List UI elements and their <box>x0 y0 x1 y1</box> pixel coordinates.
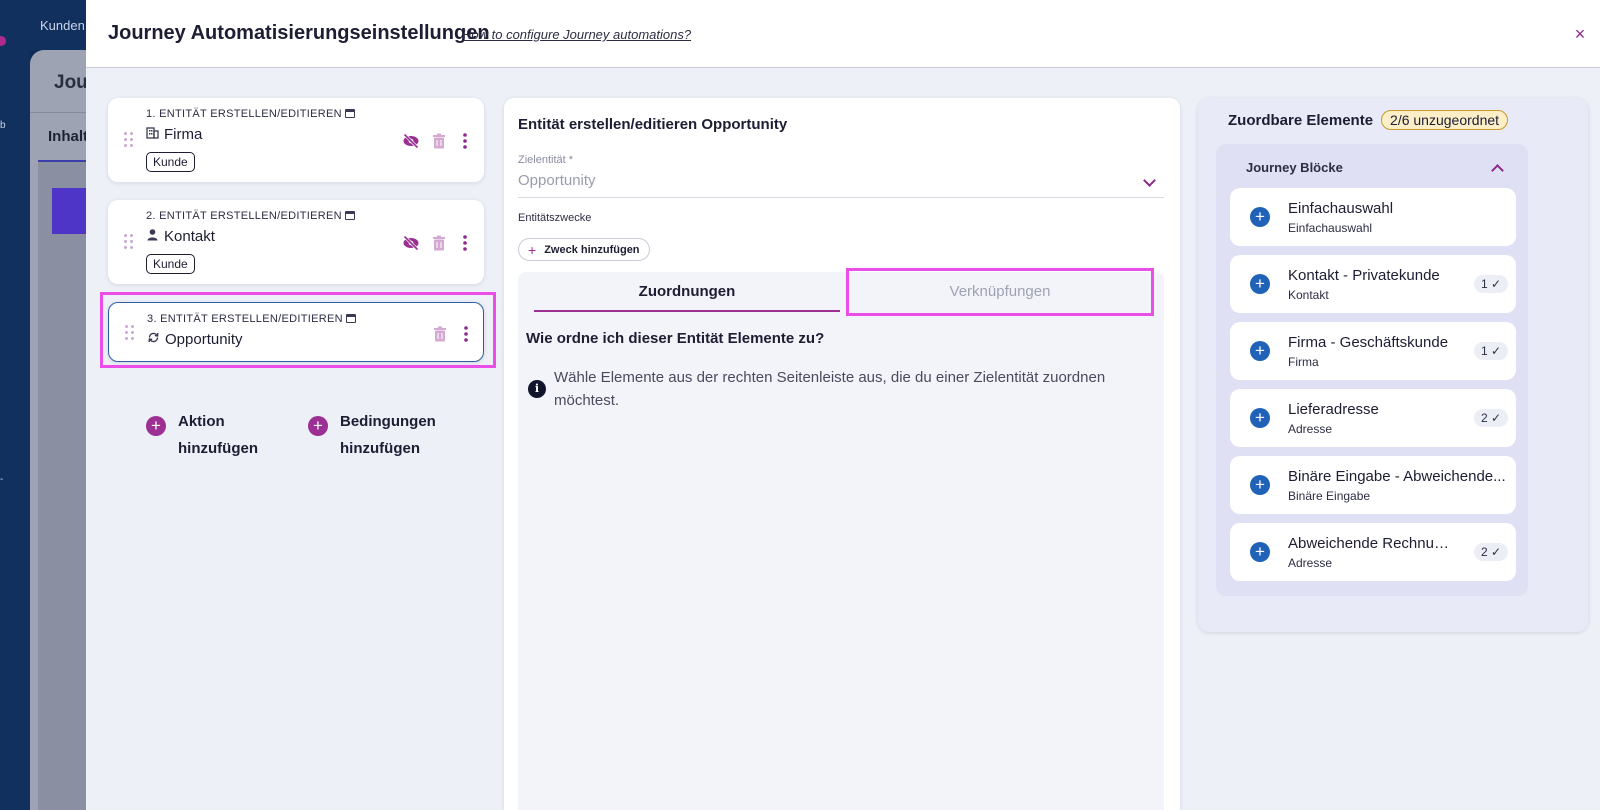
building-icon <box>146 126 160 142</box>
background-sidebar-fragment: - <box>0 474 4 485</box>
list-item[interactable]: + Kontakt - Privatekunde Kontakt 1 ✓ <box>1230 255 1516 313</box>
step-tag: Kunde <box>146 254 195 274</box>
selection-highlight <box>100 292 496 368</box>
block-type: Kontakt <box>1288 288 1329 302</box>
target-entity-label: Zielentität * <box>518 154 574 166</box>
background-content <box>38 160 90 810</box>
plus-circle-icon: + <box>146 416 166 436</box>
block-name: Firma - Geschäftskunde <box>1288 334 1449 351</box>
add-action-button[interactable]: + Aktion hinzufügen <box>146 408 278 462</box>
more-vertical-icon[interactable] <box>456 132 474 150</box>
steps-list: 1. ENTITÄT ERSTELLEN/EDITIEREN Firma Kun… <box>100 98 496 380</box>
modal-header: Journey Automatisierungseinstellungen Ho… <box>86 0 1600 68</box>
background-tab-underline <box>38 160 90 162</box>
calendar-icon <box>344 109 355 118</box>
drag-handle-icon[interactable] <box>124 234 134 250</box>
editor-title: Entität erstellen/editieren Opportunity <box>518 116 788 133</box>
background-panel: Jou Inhalt <box>30 50 90 810</box>
assignable-elements-panel: Zuordbare Elemente 2/6 unzugeordnet Jour… <box>1198 98 1588 632</box>
chevron-up-icon[interactable] <box>1491 164 1504 177</box>
target-entity-select[interactable]: Opportunity <box>518 172 1164 198</box>
block-name: Einfachauswahl <box>1288 200 1394 217</box>
step-name: Firma <box>146 126 202 143</box>
plus-circle-icon[interactable]: + <box>1250 408 1270 428</box>
assignment-count-badge: 1 ✓ <box>1473 342 1508 360</box>
trash-icon[interactable] <box>430 132 448 150</box>
background-purple-block <box>52 188 90 234</box>
block-type: Firma <box>1288 355 1319 369</box>
block-type: Adresse <box>1288 556 1333 570</box>
step-card-kontakt[interactable]: 2. ENTITÄT ERSTELLEN/EDITIEREN Kontakt K… <box>108 200 484 284</box>
add-actions-row: + Aktion hinzufügen + Bedingungen hinzuf… <box>126 408 486 468</box>
plus-circle-icon[interactable]: + <box>1250 542 1270 562</box>
step-label: 1. ENTITÄT ERSTELLEN/EDITIEREN <box>146 108 355 120</box>
group-title: Journey Blöcke <box>1246 160 1343 175</box>
background-sidebar: b - <box>0 0 30 810</box>
background-sidebar-fragment: b <box>0 120 6 131</box>
step-label: 2. ENTITÄT ERSTELLEN/EDITIEREN <box>146 210 355 222</box>
close-icon[interactable]: × <box>1570 24 1590 44</box>
background-logo-dot <box>0 36 6 46</box>
block-name: Abweichende Rechnun... <box>1288 535 1454 552</box>
block-type: Binäre Eingabe <box>1288 489 1371 503</box>
background-topnav: Kunden <box>30 0 90 50</box>
assignment-count-badge: 1 ✓ <box>1473 275 1508 293</box>
list-item[interactable]: + Firma - Geschäftskunde Firma 1 ✓ <box>1230 322 1516 380</box>
step-card-firma[interactable]: 1. ENTITÄT ERSTELLEN/EDITIEREN Firma Kun… <box>108 98 484 182</box>
entity-purpose-label: Entitätszwecke <box>518 212 592 224</box>
list-item[interactable]: + Binäre Eingabe - Abweichende... Binäre… <box>1230 456 1516 514</box>
step-tag: Kunde <box>146 152 195 172</box>
info-text: Wähle Elemente aus der rechten Seitenlei… <box>554 369 1106 409</box>
chevron-down-icon <box>1143 174 1156 187</box>
unassigned-badge: 2/6 unzugeordnet <box>1381 110 1509 130</box>
add-condition-button[interactable]: + Bedingungen hinzufügen <box>308 408 450 462</box>
add-purpose-button[interactable]: + Zweck hinzufügen <box>518 238 650 261</box>
tab-highlight <box>846 268 1154 316</box>
assignment-count-badge: 2 ✓ <box>1473 409 1508 427</box>
journey-automation-modal: Journey Automatisierungseinstellungen Ho… <box>86 0 1600 810</box>
plus-circle-icon[interactable]: + <box>1250 274 1270 294</box>
list-item[interactable]: + Lieferadresse Adresse 2 ✓ <box>1230 389 1516 447</box>
step-name: Kontakt <box>146 228 215 245</box>
drag-handle-icon[interactable] <box>124 132 134 148</box>
background-topnav-fragment: Kunden <box>40 18 85 33</box>
plus-icon: + <box>528 241 537 258</box>
modal-title: Journey Automatisierungseinstellungen <box>108 22 490 44</box>
plus-circle-icon[interactable]: + <box>1250 207 1270 227</box>
add-action-label: Aktion hinzufügen <box>178 413 258 457</box>
how-to-heading: Wie ordne ich dieser Entität Elemente zu… <box>526 330 825 347</box>
background-divider <box>30 112 90 113</box>
calendar-icon <box>344 211 355 220</box>
list-item[interactable]: + Abweichende Rechnun... Adresse 2 ✓ <box>1230 523 1516 581</box>
block-name: Lieferadresse <box>1288 401 1379 418</box>
background-tab: Inhalt <box>48 128 88 145</box>
add-purpose-label: Zweck hinzufügen <box>544 243 640 256</box>
assignable-title: Zuordbare Elemente 2/6 unzugeordnet <box>1228 110 1509 130</box>
block-name: Kontakt - Privatekunde <box>1288 267 1440 284</box>
mapping-tabs-area: Zuordnungen Verknüpfungen Wie ordne ich … <box>518 268 1164 810</box>
entity-editor-panel: Entität erstellen/editieren Opportunity … <box>504 98 1180 810</box>
plus-circle-icon[interactable]: + <box>1250 341 1270 361</box>
block-type: Adresse <box>1288 422 1333 436</box>
block-name: Binäre Eingabe - Abweichende... <box>1288 468 1506 485</box>
journey-blocks-group: Journey Blöcke + Einfachauswahl Einfacha… <box>1216 144 1528 596</box>
background-page-title: Jou <box>54 72 88 93</box>
trash-icon[interactable] <box>430 234 448 252</box>
visibility-off-icon[interactable] <box>402 132 420 150</box>
target-entity-value: Opportunity <box>518 172 596 189</box>
plus-circle-icon[interactable]: + <box>1250 475 1270 495</box>
list-item[interactable]: + Einfachauswahl Einfachauswahl <box>1230 188 1516 246</box>
add-condition-label: Bedingungen hinzufügen <box>340 413 436 457</box>
block-list: + Einfachauswahl Einfachauswahl + Kontak… <box>1230 188 1516 590</box>
info-icon: i <box>528 380 546 398</box>
visibility-off-icon[interactable] <box>402 234 420 252</box>
more-vertical-icon[interactable] <box>456 234 474 252</box>
help-link[interactable]: How to configure Journey automations? <box>462 27 691 42</box>
tab-zuordnungen[interactable]: Zuordnungen <box>534 272 840 312</box>
plus-circle-icon: + <box>308 416 328 436</box>
person-icon <box>146 228 160 244</box>
block-type: Einfachauswahl <box>1288 221 1373 235</box>
assignable-title-text: Zuordbare Elemente <box>1228 111 1374 129</box>
assignment-count-badge: 2 ✓ <box>1473 543 1508 561</box>
